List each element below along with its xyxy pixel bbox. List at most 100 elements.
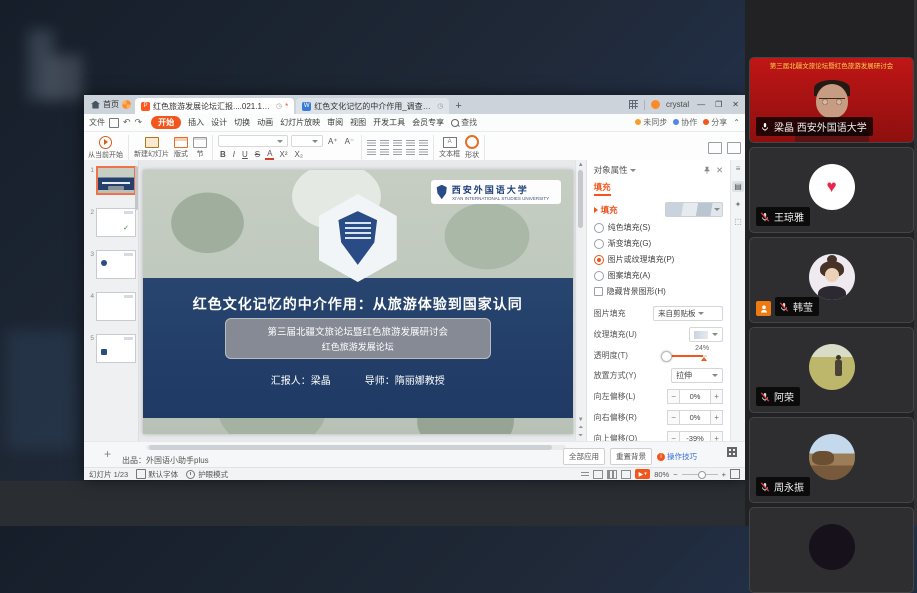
shapes-button[interactable]: 形状 <box>465 133 479 162</box>
next-slide-button[interactable]: ⏷ <box>578 433 583 439</box>
close-button[interactable]: ✕ <box>730 100 741 109</box>
reset-background-button[interactable]: 重置背景 <box>610 448 652 465</box>
slide-sorter-icon[interactable] <box>607 470 617 479</box>
line-spacing-icon[interactable] <box>419 140 428 147</box>
offset-left-stepper[interactable]: −0%+ <box>667 389 723 404</box>
minus-button[interactable]: − <box>667 431 680 441</box>
transparency-slider[interactable]: 24% <box>657 348 723 362</box>
menu-tab-view[interactable]: 视图 <box>350 117 366 128</box>
scrollbar-thumb[interactable] <box>149 445 552 450</box>
find-command[interactable]: 查找 <box>451 117 477 128</box>
align-center-icon[interactable] <box>380 149 389 156</box>
fill-option-pattern[interactable]: 图案填充(A) <box>594 270 723 281</box>
participant-tile[interactable] <box>749 507 914 593</box>
selection-pane-icon[interactable]: ⬚ <box>734 217 742 226</box>
sync-status[interactable]: 未同步 <box>635 117 667 128</box>
strikethrough-button[interactable]: S <box>253 150 262 159</box>
font-status-item[interactable]: 默认字体 <box>136 469 178 480</box>
participant-tile[interactable]: 韩莹 <box>749 237 914 323</box>
thumbnail-4[interactable] <box>96 292 136 321</box>
eye-protection-mode[interactable]: 护眼模式 <box>186 469 228 480</box>
plus-button[interactable]: + <box>710 389 723 404</box>
select-tool-button[interactable] <box>727 133 741 162</box>
slider-handle[interactable] <box>661 351 672 362</box>
increase-font-icon[interactable]: A⁺ <box>326 137 340 146</box>
offset-up-stepper[interactable]: −-39%+ <box>667 431 723 441</box>
home-button[interactable]: 首页 <box>87 95 135 114</box>
tips-link[interactable]: i操作技巧 <box>657 451 697 462</box>
section-expand-icon[interactable] <box>594 207 598 213</box>
fill-preview-swatch[interactable] <box>665 202 723 217</box>
collapse-ribbon-button[interactable]: ⌃ <box>733 118 740 127</box>
doc-tab-document[interactable]: W 红色文化记忆的中介作用_调查问卷说明 ◷ <box>296 98 449 114</box>
menu-tab-slideshow[interactable]: 幻灯片放映 <box>280 117 320 128</box>
plus-button[interactable]: + <box>710 410 723 425</box>
fill-option-solid[interactable]: 纯色填充(S) <box>594 222 723 233</box>
menu-tab-animation[interactable]: 动画 <box>257 117 273 128</box>
justify-icon[interactable] <box>406 149 415 156</box>
scrollbar-thumb[interactable] <box>578 170 583 228</box>
apps-grid-icon[interactable] <box>629 100 638 109</box>
zoom-slider[interactable] <box>682 474 718 475</box>
qr-grid-icon[interactable] <box>727 447 737 457</box>
properties-panel-icon[interactable]: ▤ <box>732 181 744 192</box>
subscript-button[interactable]: X₂ <box>292 150 304 159</box>
plus-button[interactable]: + <box>710 431 723 441</box>
play-from-current-button[interactable]: 从当前开始 <box>88 133 123 162</box>
account-avatar[interactable] <box>651 100 660 109</box>
redo-icon[interactable]: ↷ <box>135 117 143 128</box>
zoom-in-button[interactable]: + <box>722 470 726 479</box>
save-icon[interactable] <box>109 118 119 128</box>
minimize-button[interactable]: — <box>695 100 707 109</box>
scroll-up-icon[interactable]: ▲ <box>578 162 584 168</box>
font-size-select[interactable] <box>291 135 323 147</box>
scroll-down-icon[interactable]: ▼ <box>578 417 584 423</box>
file-menu[interactable]: 文件 <box>89 117 105 128</box>
slide-thumbnail[interactable]: 4 <box>86 292 138 321</box>
slide-thumbnail[interactable]: 5 <box>86 334 138 363</box>
indent-decrease-icon[interactable] <box>393 140 402 147</box>
offset-right-stepper[interactable]: −0%+ <box>667 410 723 425</box>
thumbnail-1-selected[interactable] <box>96 166 136 195</box>
minus-button[interactable]: − <box>667 389 680 404</box>
align-right-icon[interactable] <box>393 149 402 156</box>
hide-background-checkbox[interactable]: 隐藏背景图形(H) <box>594 286 723 297</box>
slide-thumbnail[interactable]: 3 <box>86 250 138 279</box>
bullet-list-icon[interactable] <box>367 140 376 147</box>
participant-tile[interactable]: ♥ 王琼雅 <box>749 147 914 233</box>
horizontal-scrollbar[interactable] <box>146 445 566 450</box>
zoom-slider-handle[interactable] <box>698 471 706 479</box>
align-left-icon[interactable] <box>367 149 376 156</box>
slide-vertical-scrollbar[interactable]: ▲ ▼ ⏶ ⏷ <box>575 160 586 441</box>
participant-tile[interactable]: 第三届北疆文旅论坛暨红色旅游发展研讨会 梁晶 西安外国语大学 <box>749 57 914 143</box>
picture-fill-dropdown[interactable]: 来自剪贴板 <box>653 306 723 321</box>
fit-window-icon[interactable] <box>730 469 740 479</box>
font-color-button[interactable]: A <box>265 149 274 160</box>
texture-dropdown[interactable] <box>689 327 723 342</box>
menu-tab-insert[interactable]: 插入 <box>188 117 204 128</box>
normal-view-icon[interactable] <box>593 470 603 479</box>
apply-all-button[interactable]: 全部应用 <box>563 448 605 465</box>
menu-tab-transition[interactable]: 切换 <box>234 117 250 128</box>
thumbnail-2[interactable]: ✓ <box>96 208 136 237</box>
doc-tab-presentation[interactable]: P 红色旅游发展论坛汇报....021.12.11 ◷ * <box>135 98 294 114</box>
participant-tile[interactable]: 周永振 <box>749 417 914 503</box>
placement-dropdown[interactable]: 拉伸 <box>671 368 723 383</box>
superscript-button[interactable]: X² <box>277 150 289 159</box>
reading-view-icon[interactable] <box>621 470 631 479</box>
menu-tab-home[interactable]: 开始 <box>151 116 181 129</box>
new-slide-button[interactable]: 新建幻灯片 <box>134 133 169 162</box>
maximize-button[interactable]: ❐ <box>713 100 724 109</box>
undo-icon[interactable]: ↶ <box>123 117 131 128</box>
slideshow-play-button[interactable]: ▶▾ <box>635 469 650 479</box>
text-box-button[interactable]: A 文本框 <box>439 133 460 162</box>
thumbnail-scrollbar[interactable] <box>135 166 138 210</box>
zoom-percentage[interactable]: 80% <box>654 470 669 479</box>
thumbnail-3[interactable] <box>96 250 136 279</box>
menu-tab-design[interactable]: 设计 <box>211 117 227 128</box>
animation-pane-icon[interactable]: ✦ <box>735 200 742 209</box>
menu-tab-review[interactable]: 审阅 <box>327 117 343 128</box>
new-tab-button[interactable]: + <box>455 98 461 114</box>
previous-slide-button[interactable]: ⏶ <box>578 425 583 431</box>
thumbnail-5[interactable] <box>96 334 136 363</box>
